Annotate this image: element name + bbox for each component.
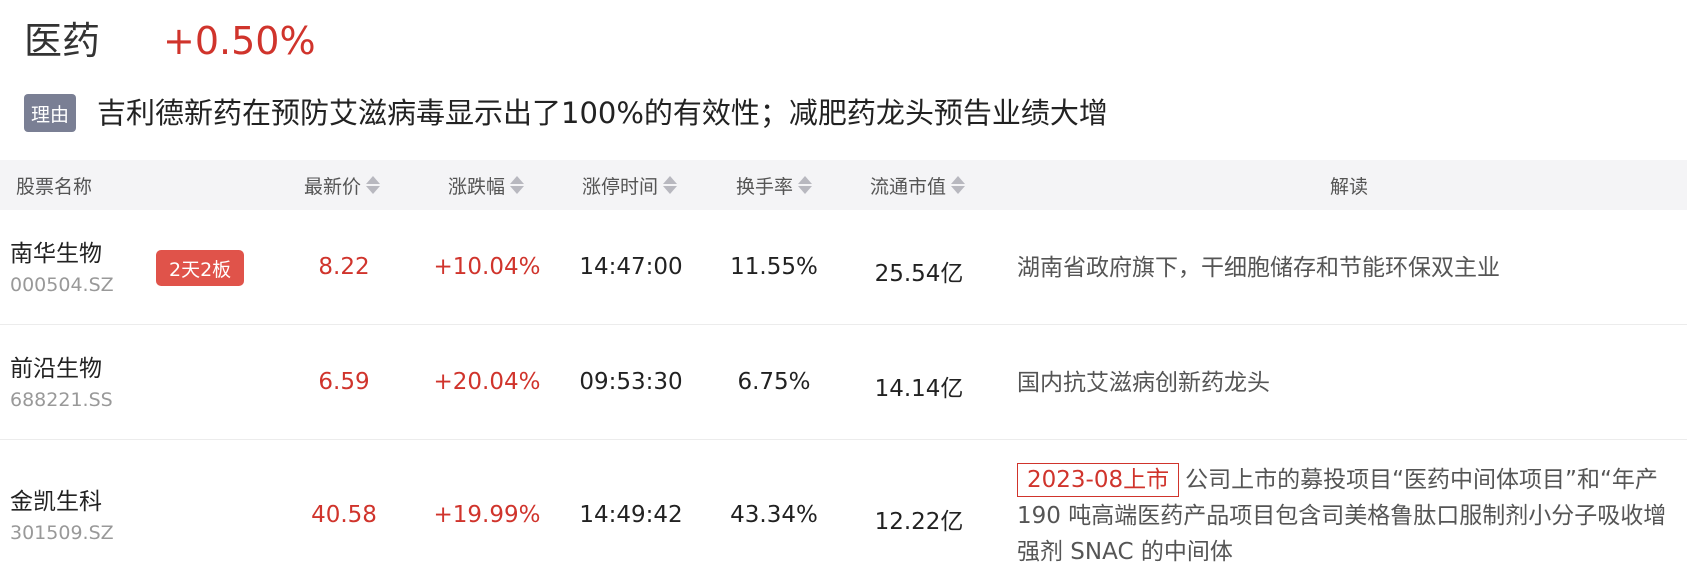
reason-text: 吉利德新药在预防艾滋病毒显示出了100%的有效性；减肥药龙头预告业绩大增 xyxy=(97,96,1108,130)
price-value: 8.22 xyxy=(318,254,370,280)
note-text: 2023-08上市 公司上市的募投项目“医药中间体项目”和“年产190 吨高端医药… xyxy=(1017,462,1677,570)
limit-time-value: 14:47:00 xyxy=(579,254,683,280)
column-label: 涨停时间 xyxy=(582,175,659,198)
sector-change: +0.50% xyxy=(163,19,316,63)
column-label: 最新价 xyxy=(304,175,362,198)
column-header-limit-time[interactable]: 涨停时间 xyxy=(582,160,678,210)
table-row[interactable]: 前沿生物 688221.SS 6.59 +20.04% 09:53:30 6.7… xyxy=(0,325,1687,440)
change-value: +10.04% xyxy=(433,254,541,280)
column-label: 换手率 xyxy=(736,175,794,198)
stock-code: 688221.SS xyxy=(10,389,113,411)
sort-icon[interactable] xyxy=(951,176,966,194)
sort-icon[interactable] xyxy=(510,176,525,194)
sector-title: 医药 xyxy=(24,19,101,63)
limit-time-value: 14:49:42 xyxy=(579,502,683,528)
price-value: 6.59 xyxy=(318,369,370,395)
turnover-value: 6.75% xyxy=(737,369,811,395)
price-value: 40.58 xyxy=(311,502,377,528)
turnover-value: 11.55% xyxy=(730,254,818,280)
market-cap-value: 14.14亿 xyxy=(874,376,964,402)
stock-code: 000504.SZ xyxy=(10,274,114,296)
market-cap-value: 12.22亿 xyxy=(874,509,964,535)
turnover-value: 43.34% xyxy=(730,502,818,528)
column-header-turnover[interactable]: 换手率 xyxy=(736,160,813,210)
column-label: 解读 xyxy=(1330,175,1369,198)
stock-name[interactable]: 金凯生科 xyxy=(10,482,102,516)
reason-tag: 理由 xyxy=(24,94,76,132)
stock-name[interactable]: 前沿生物 xyxy=(10,349,102,383)
limit-time-value: 09:53:30 xyxy=(579,369,683,395)
table-header: 股票名称 最新价 涨跌幅 涨停时间 换手率 流通市值 解读 xyxy=(0,160,1687,210)
column-header-note: 解读 xyxy=(1330,160,1368,210)
sort-icon[interactable] xyxy=(366,176,381,194)
column-label: 涨跌幅 xyxy=(448,175,506,198)
column-header-change[interactable]: 涨跌幅 xyxy=(448,160,525,210)
stock-name[interactable]: 南华生物 xyxy=(10,234,102,268)
column-label: 股票名称 xyxy=(16,175,93,198)
market-cap-value: 25.54亿 xyxy=(874,261,964,287)
column-header-name: 股票名称 xyxy=(16,160,92,210)
sort-icon[interactable] xyxy=(798,176,813,194)
change-value: +19.99% xyxy=(433,502,541,528)
note-text: 湖南省政府旗下，干细胞储存和节能环保双主业 xyxy=(1017,255,1500,281)
stock-code: 301509.SZ xyxy=(10,522,114,544)
note-text: 国内抗艾滋病创新药龙头 xyxy=(1017,370,1270,396)
change-value: +20.04% xyxy=(433,369,541,395)
table-row[interactable]: 南华生物 000504.SZ 2天2板 8.22 +10.04% 14:47:0… xyxy=(0,210,1687,325)
limit-streak-badge: 2天2板 xyxy=(156,250,245,286)
column-header-market-cap[interactable]: 流通市值 xyxy=(870,160,966,210)
column-label: 流通市值 xyxy=(870,175,947,198)
column-header-price[interactable]: 最新价 xyxy=(304,160,381,210)
listing-date-tag: 2023-08上市 xyxy=(1017,463,1180,497)
sort-icon[interactable] xyxy=(663,176,678,194)
